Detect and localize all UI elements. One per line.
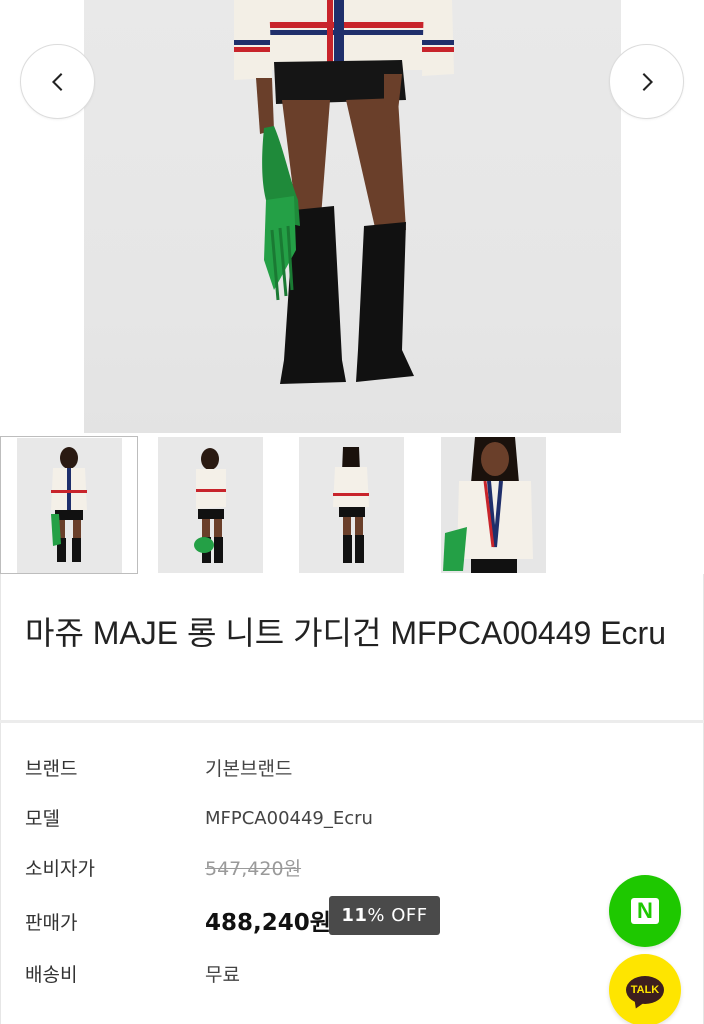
price-label: 판매가	[25, 912, 78, 934]
model-label: 모델	[25, 808, 60, 830]
thumbnail-image	[17, 438, 122, 573]
thumbnail-image	[441, 437, 546, 573]
product-title-section: 마쥬 MAJE 롱 니트 가디건 MFPCA00449 Ecru	[0, 574, 704, 722]
msrp-value: 547,420원	[205, 858, 302, 880]
thumbnail-strip	[0, 436, 704, 574]
thumbnail-1[interactable]	[0, 436, 138, 574]
kakao-talk-icon: TALK	[626, 976, 664, 1004]
kakao-talk-button[interactable]: TALK	[609, 954, 681, 1024]
thumbnail-2[interactable]	[157, 436, 264, 574]
next-image-button[interactable]	[609, 44, 684, 119]
info-row-shipping: 배송비 무료	[1, 960, 704, 990]
shipping-value: 무료	[205, 964, 240, 986]
naver-button[interactable]: N	[609, 875, 681, 947]
chevron-left-icon	[51, 72, 62, 91]
thumbnail-3[interactable]	[298, 436, 406, 574]
product-info-table: 브랜드 기본브랜드 모델 MFPCA00449_Ecru 소비자가 547,42…	[0, 723, 704, 1024]
brand-value: 기본브랜드	[205, 758, 293, 780]
previous-image-button[interactable]	[20, 44, 95, 119]
discount-number: 11	[341, 905, 368, 926]
thumbnail-image	[158, 437, 263, 573]
chevron-right-icon	[642, 72, 653, 91]
shipping-label: 배송비	[25, 964, 78, 986]
product-main-image	[84, 0, 621, 433]
sale-price: 488,240원	[205, 910, 331, 936]
naver-icon: N	[631, 898, 659, 924]
discount-badge: 11% OFF	[329, 896, 440, 935]
product-title: 마쥬 MAJE 롱 니트 가디건 MFPCA00449 Ecru	[25, 615, 666, 651]
thumbnail-image	[299, 437, 404, 573]
info-row-model: 모델 MFPCA00449_Ecru	[1, 804, 704, 834]
info-row-msrp: 소비자가 547,420원	[1, 854, 704, 884]
model-value: MFPCA00449_Ecru	[205, 808, 373, 829]
thumbnail-4[interactable]	[440, 436, 548, 574]
discount-suffix: % OFF	[367, 905, 428, 926]
brand-label: 브랜드	[25, 758, 78, 780]
product-image-carousel[interactable]	[0, 0, 704, 433]
msrp-label: 소비자가	[25, 858, 95, 880]
info-row-price: 판매가 488,240원 11% OFF	[1, 896, 704, 938]
info-row-brand: 브랜드 기본브랜드	[1, 754, 704, 784]
